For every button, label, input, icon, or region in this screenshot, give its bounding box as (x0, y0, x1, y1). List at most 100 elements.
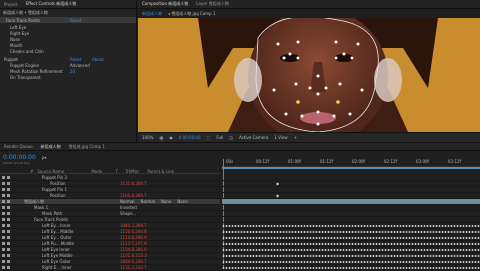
mode-select[interactable]: Normal (140, 199, 154, 204)
trkmat-select[interactable]: None (161, 199, 171, 204)
layer-row-value[interactable]: 1101.8,313.3 (120, 253, 147, 258)
ruler-label: 00:12f (256, 159, 269, 164)
effect-item-label: Left Eye (10, 24, 27, 30)
layer-switches[interactable] (0, 253, 20, 258)
layer-switches[interactable] (0, 217, 20, 222)
tab-composition[interactable]: Composition 新组成人物 (138, 1, 192, 7)
layer-row-value[interactable]: 1040.3,369.7 (120, 223, 147, 228)
layer-row-value[interactable]: 1105.8,369.7 (120, 193, 147, 198)
effect-item-cheeks[interactable]: Cheeks and Chin (0, 48, 136, 54)
col-header: # (30, 168, 34, 174)
mesh-rotation-value[interactable]: 20 (70, 69, 75, 74)
tab-timeline-comp1[interactable]: 雪组成.jpg Comp 1 (65, 144, 109, 150)
keyframe-strip[interactable] (222, 243, 480, 245)
col-header: Source Name (37, 168, 65, 174)
layer-row-value[interactable]: 1114.8,266.9 (120, 235, 147, 240)
layer-row-value[interactable]: 1113.5,297.9 (120, 241, 147, 246)
layer-row-value[interactable]: Shape... (120, 211, 136, 216)
layer-switches[interactable] (0, 187, 20, 192)
region-icon[interactable]: ◫ (229, 135, 233, 140)
layer-switches[interactable] (0, 205, 20, 210)
keyframe-strip[interactable] (222, 237, 480, 239)
layer-switches[interactable] (0, 241, 20, 246)
time-ruler[interactable]: 00s 00:12f 01:00f 01:12f 02:00f 02:12f 0… (222, 159, 480, 167)
reset-link[interactable]: Reset (70, 18, 81, 23)
work-area-bar[interactable] (222, 167, 480, 169)
layer-row-value[interactable]: Normal (120, 199, 134, 204)
effect-item-label: Face Track Points (6, 17, 41, 23)
grid-icon[interactable]: ▦ (159, 135, 163, 140)
timeline-panel: Render Queue 新组成人物 雪组成.jpg Comp 1 0:00:0… (0, 142, 480, 271)
effect-item-face-track[interactable]: Face Track Points Reset (0, 17, 136, 23)
tab-layer[interactable]: Layer 雪组成人物 (192, 1, 232, 7)
layer-switches[interactable] (0, 259, 20, 264)
face-image[interactable] (138, 18, 480, 132)
layer-switches[interactable] (0, 247, 20, 252)
layer-switches[interactable] (0, 235, 20, 240)
layer-switches[interactable] (0, 181, 20, 186)
comp-tabs: Composition 新组成人物 Layer 雪组成人物 (138, 0, 480, 9)
effect-item-label: Puppet (4, 56, 18, 62)
effect-item-label: Nose (10, 36, 20, 42)
effect-item-label: Puppet Engine (10, 62, 39, 68)
layer-switches[interactable] (0, 229, 20, 234)
layer-row-value[interactable]: 1150.6,294.8 (120, 229, 147, 234)
layer-row-label: Left Ey... Middle (42, 229, 74, 234)
layer-row-label: Puppet Pin 1 (42, 187, 68, 192)
ruler-label: 01:00f (288, 159, 301, 164)
layer-row-label: Left Ey... Outer (42, 235, 72, 240)
keyframe-strip[interactable] (222, 267, 480, 269)
tab-project[interactable]: Project (0, 2, 22, 7)
layer-row-label: Puppet Pin 2 (42, 175, 68, 180)
keyframe-strip[interactable] (222, 261, 480, 263)
zoom-select[interactable]: 100% (142, 135, 153, 140)
plus-icon[interactable]: + (294, 135, 297, 140)
resolution-select[interactable]: Full (216, 135, 223, 140)
parent-select[interactable]: None (177, 199, 187, 204)
comp-timecode[interactable]: 0:00:00:00 (179, 135, 201, 140)
keyframe-icon[interactable]: ◆ (276, 193, 279, 198)
comp-subtab-main[interactable]: 新组成人物 (142, 11, 162, 17)
layer-switches[interactable] (0, 193, 20, 198)
keyframe-strip[interactable] (222, 249, 480, 251)
keyframe-icon[interactable]: ◆ (276, 181, 279, 186)
layer-column-headers: # Source Name Mode T TrkMat Parent & Lin… (0, 169, 220, 174)
about-link[interactable]: About (92, 57, 104, 62)
layer-switches[interactable] (0, 223, 20, 228)
tab-timeline-main[interactable]: 新组成人物 (37, 144, 65, 150)
camera-select[interactable]: Active Camera (239, 135, 268, 140)
puppet-engine-select[interactable]: Advanced (70, 63, 90, 68)
search-field[interactable]: ρ▾ (42, 155, 47, 160)
layer-row-value[interactable]: Inverted (120, 205, 137, 210)
view-select[interactable]: 1 View (274, 135, 287, 140)
layer-switches[interactable] (0, 175, 20, 180)
tab-effect-controls[interactable]: Effect Controls 新组成人物 (22, 1, 81, 7)
ruler-label: 00s (226, 159, 234, 164)
layer-row-label: Left Ey... Inner (42, 223, 71, 228)
ruler-label: 01:12f (320, 159, 333, 164)
comp-subtab-comp1[interactable]: ◂ 雪组成人物.jpg Comp 1 (168, 11, 216, 17)
snapshot-icon[interactable]: ⬚ (207, 135, 211, 140)
composition-viewer[interactable] (138, 18, 480, 132)
col-header: T (115, 168, 118, 174)
tab-render-queue[interactable]: Render Queue (0, 144, 37, 149)
keyframe-strip[interactable] (222, 231, 480, 233)
keyframe-strip[interactable] (222, 255, 480, 257)
reset-link[interactable]: Reset (70, 57, 92, 62)
layer-row-label: Mask Path (42, 211, 63, 216)
layer-switches[interactable] (0, 199, 20, 204)
effect-controls-panel: Project Effect Controls 新组成人物 新组成人物 • 雪组… (0, 0, 137, 142)
col-header: TrkMat (125, 168, 139, 174)
timeline-timecode[interactable]: 0:00:00:00 (3, 154, 36, 161)
effect-item-label: On Transparent (10, 74, 41, 80)
camera-icon[interactable]: ◉ (169, 135, 173, 140)
effect-item-on-transparent[interactable]: On Transparent (0, 74, 136, 80)
layer-row-value[interactable]: 1131.8,369.7 (120, 181, 147, 186)
ruler-label: 03:12f (448, 159, 461, 164)
timeline-tabs: Render Queue 新组成人物 雪组成.jpg Comp 1 (0, 143, 480, 151)
layer-switches[interactable] (0, 211, 20, 216)
layer-row-value[interactable]: 1104.8,386.0 (120, 247, 147, 252)
layer-row-value[interactable]: 1064.6,330.7 (120, 259, 147, 264)
keyframe-strip[interactable] (222, 225, 480, 227)
composition-panel: Composition 新组成人物 Layer 雪组成人物 新组成人物 ◂ 雪组… (138, 0, 480, 142)
